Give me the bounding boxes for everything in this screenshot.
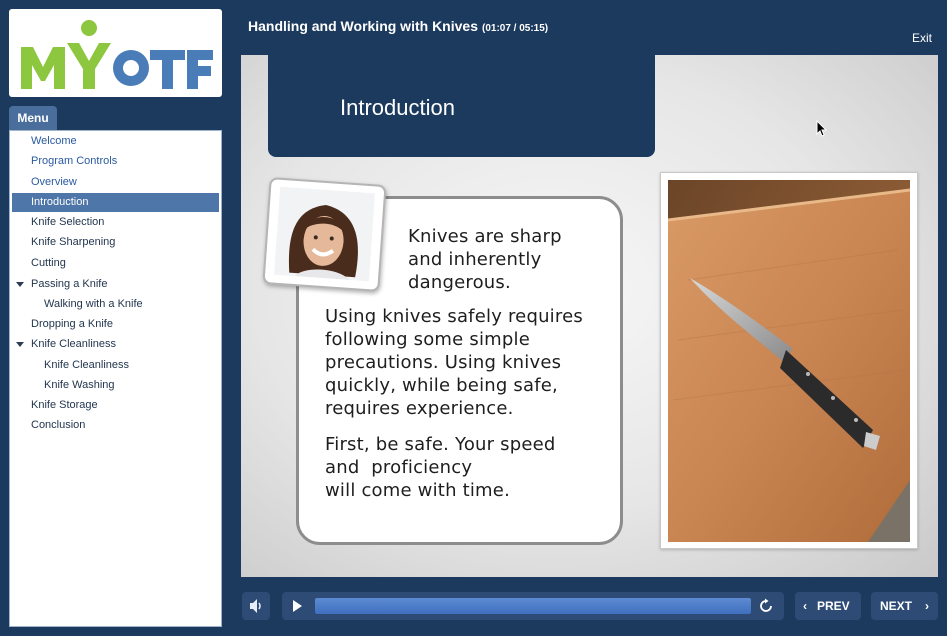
mouse-pointer-icon (816, 120, 828, 137)
knife-photo-frame (660, 172, 918, 549)
menu-item-label: Knife Sharpening (31, 236, 116, 248)
chevron-left-icon: ‹ (803, 599, 807, 613)
menu-item-walking-with-a-knife[interactable]: Walking with a Knife (12, 295, 219, 314)
menu-item-label: Introduction (31, 196, 89, 208)
menu-item-label: Overview (31, 176, 77, 188)
prev-button[interactable]: ‹ PREV (795, 592, 861, 620)
menu-item-label: Knife Selection (31, 216, 105, 228)
menu-item-label: Conclusion (31, 419, 86, 431)
course-title-text: Handling and Working with Knives (248, 18, 478, 34)
menu-item-label: Knife Storage (31, 399, 98, 411)
menu-item-knife-cleanliness-section[interactable]: Knife Cleanliness (12, 335, 219, 354)
logo (9, 9, 222, 97)
prev-label: PREV (817, 599, 850, 613)
menu-item-knife-cleanliness[interactable]: Knife Cleanliness (12, 356, 219, 375)
menu-item-label: Walking with a Knife (44, 298, 143, 310)
menu-item-dropping-a-knife[interactable]: Dropping a Knife (12, 315, 219, 334)
menu-item-introduction[interactable]: Introduction (12, 193, 219, 212)
time-readout: (01:07 / 05:15) (481, 23, 549, 34)
menu-item-passing-a-knife[interactable]: Passing a Knife (12, 275, 219, 294)
menu-item-label: Program Controls (31, 155, 118, 167)
menu-item-program-controls[interactable]: Program Controls (12, 152, 219, 171)
expand-triangle-icon[interactable] (16, 282, 24, 287)
menu-item-welcome[interactable]: Welcome (12, 132, 219, 151)
player-bar (282, 592, 784, 620)
presenter-photo (274, 186, 375, 282)
menu-item-conclusion[interactable]: Conclusion (12, 416, 219, 435)
menu-item-knife-selection[interactable]: Knife Selection (12, 213, 219, 232)
volume-button[interactable] (242, 592, 270, 620)
menu-item-label: Cutting (31, 257, 66, 269)
bubble-text-2: Using knives safely requires following s… (325, 306, 583, 419)
menu-item-knife-sharpening[interactable]: Knife Sharpening (12, 233, 219, 252)
menu-item-label: Passing a Knife (31, 278, 108, 290)
menu-item-label: Welcome (31, 135, 77, 147)
bubble-text-1: Knives are sharp and inherently dangerou… (408, 226, 562, 293)
slide-area: Introduction Knives are sharp and inhere… (241, 55, 938, 577)
menu-panel: Welcome Program Controls Overview Introd… (9, 130, 222, 627)
next-label: NEXT (880, 599, 913, 613)
menu-item-knife-washing[interactable]: Knife Washing (12, 376, 219, 395)
exit-button[interactable]: Exit (912, 31, 932, 45)
progress-track[interactable] (315, 598, 751, 614)
menu-item-label: Knife Washing (44, 379, 115, 391)
replay-icon[interactable] (758, 598, 774, 614)
next-button[interactable]: NEXT › (871, 592, 938, 620)
myotf-logo (21, 20, 213, 89)
menu-item-knife-storage[interactable]: Knife Storage (12, 396, 219, 415)
menu-item-cutting[interactable]: Cutting (12, 254, 219, 273)
play-icon[interactable] (290, 599, 304, 613)
presenter-avatar (262, 177, 387, 292)
expand-triangle-icon[interactable] (16, 342, 24, 347)
chevron-right-icon: › (925, 599, 929, 613)
menu-item-overview[interactable]: Overview (12, 173, 219, 192)
course-title: Handling and Working with Knives (01:07 /… (248, 18, 548, 34)
bubble-text-3: First, be safe. Your speed and proficien… (325, 434, 556, 501)
menu-item-label: Knife Cleanliness (44, 359, 129, 371)
slide-banner: Introduction (268, 55, 655, 157)
speaker-icon (250, 599, 261, 613)
menu-tab[interactable]: Menu (9, 106, 57, 131)
progress-fill (315, 598, 751, 614)
knife-photo (668, 180, 910, 542)
menu-item-label: Dropping a Knife (31, 318, 113, 330)
menu-item-label: Knife Cleanliness (31, 338, 116, 350)
slide-heading: Introduction (340, 95, 455, 120)
